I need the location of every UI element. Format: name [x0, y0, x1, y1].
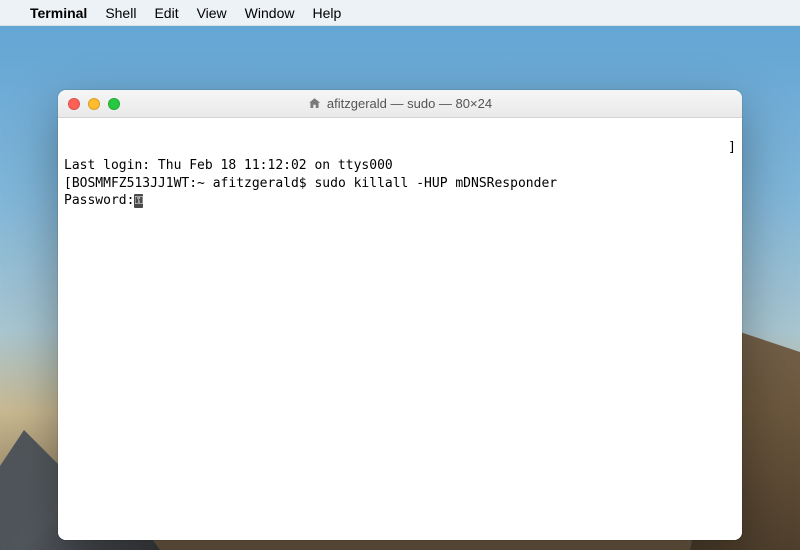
menu-window[interactable]: Window: [245, 5, 295, 21]
password-prompt-line: Password:⚿: [64, 192, 736, 210]
zoom-button[interactable]: [108, 98, 120, 110]
last-login-line: Last login: Thu Feb 18 11:12:02 on ttys0…: [64, 157, 736, 175]
menu-view[interactable]: View: [197, 5, 227, 21]
terminal-window: afitzgerald — sudo — 80×24 Last login: T…: [58, 90, 742, 540]
menubar: Terminal Shell Edit View Window Help: [0, 0, 800, 26]
menu-help[interactable]: Help: [312, 5, 341, 21]
prompt-close-bracket: ]: [728, 139, 736, 157]
prompt-open-bracket: [: [64, 176, 72, 191]
entered-command: sudo killall -HUP mDNSResponder: [314, 176, 557, 191]
minimize-button[interactable]: [88, 98, 100, 110]
window-controls: [58, 98, 120, 110]
menu-shell[interactable]: Shell: [105, 5, 136, 21]
command-line: [BOSMMFZ513JJ1WT:~ afitzgerald$ sudo kil…: [64, 175, 736, 193]
window-title: afitzgerald — sudo — 80×24: [58, 96, 742, 111]
home-icon: [308, 97, 321, 110]
terminal-content[interactable]: Last login: Thu Feb 18 11:12:02 on ttys0…: [58, 118, 742, 540]
password-label: Password:: [64, 193, 134, 208]
close-button[interactable]: [68, 98, 80, 110]
prompt-host: BOSMMFZ513JJ1WT:~ afitzgerald$: [72, 176, 315, 191]
menu-edit[interactable]: Edit: [154, 5, 178, 21]
window-titlebar[interactable]: afitzgerald — sudo — 80×24: [58, 90, 742, 118]
window-title-text: afitzgerald — sudo — 80×24: [327, 96, 492, 111]
key-icon: ⚿: [134, 194, 143, 208]
menu-app-name[interactable]: Terminal: [30, 5, 87, 21]
